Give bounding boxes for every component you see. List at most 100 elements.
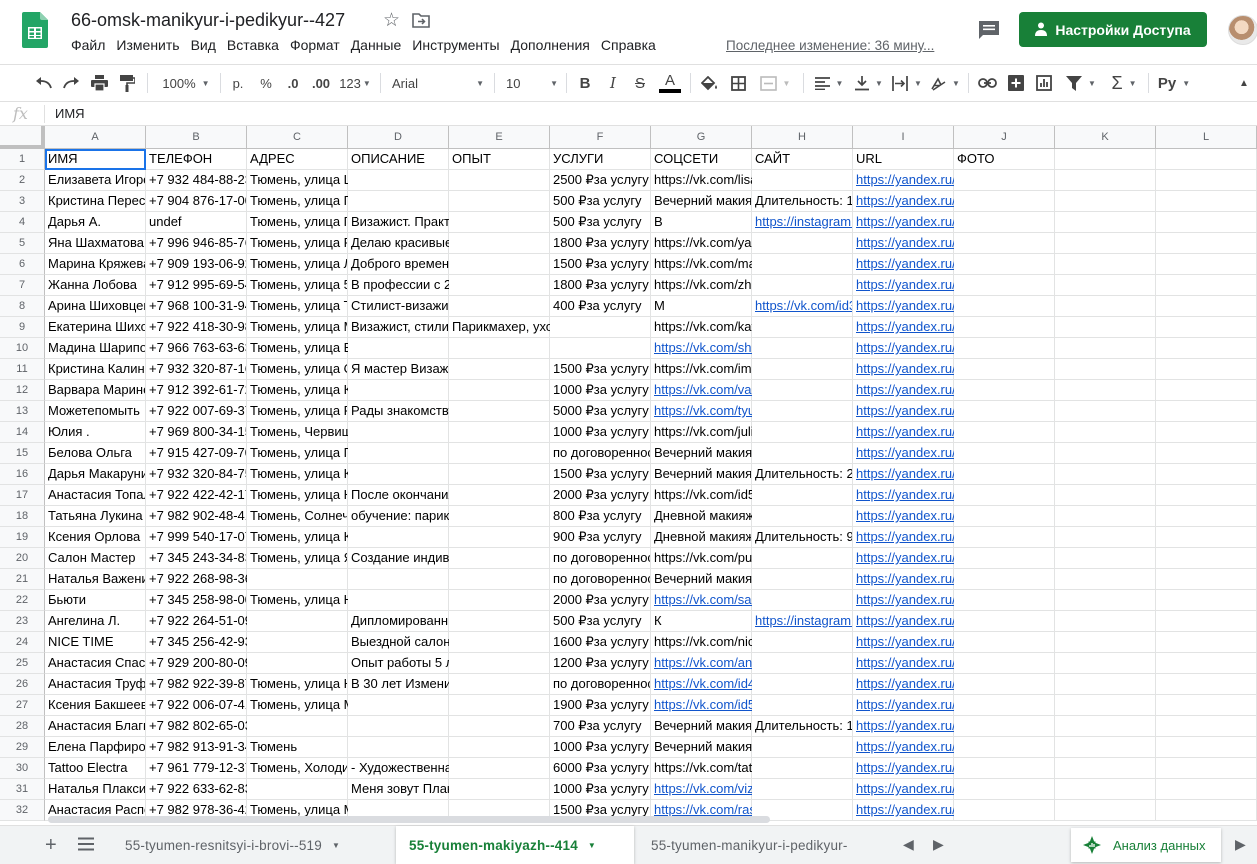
cell[interactable]: [1156, 758, 1257, 779]
cell[interactable]: https://yandex.ru/uslugi/profile/TattooE…: [853, 758, 1257, 779]
cell[interactable]: Доброго времени, милые леди!)Меня: [348, 254, 577, 275]
document-title[interactable]: 66-omsk-manikyur-i-pedikyur--427: [71, 10, 345, 31]
cell[interactable]: [449, 380, 550, 401]
avatar[interactable]: [1228, 15, 1257, 45]
cell[interactable]: [1055, 338, 1156, 359]
cell[interactable]: +7 932 320-87-16: [146, 359, 247, 380]
menu-edit[interactable]: Изменить: [116, 37, 179, 53]
cell[interactable]: Тюмень, улица Циолковского, 20А: [247, 170, 457, 191]
cell[interactable]: +7 929 200-80-09: [146, 653, 252, 674]
cell[interactable]: https://yandex.ru/uslugi/profile/Kseniya…: [853, 527, 1257, 548]
cell[interactable]: [752, 695, 853, 716]
cell[interactable]: Парикмахер, ухо: [449, 317, 553, 338]
cell[interactable]: [1156, 149, 1257, 170]
insert-link-icon[interactable]: [977, 72, 997, 94]
cell[interactable]: https://vk.com/anastasia_spasskaya: [651, 653, 862, 674]
cell[interactable]: https://instagram.com/andreeva_m: [752, 212, 853, 233]
cell[interactable]: [348, 338, 449, 359]
cell[interactable]: +7 969 800-34-15: [146, 422, 247, 443]
cell[interactable]: [752, 338, 853, 359]
cell[interactable]: https://yandex.ru/uslugi/profile/ZhannaL…: [853, 275, 1257, 296]
cell[interactable]: [247, 779, 348, 800]
cell[interactable]: [752, 590, 853, 611]
row-header[interactable]: 17: [0, 485, 45, 506]
cell[interactable]: https://vk.com/tattooelectra<br>https: [651, 758, 864, 779]
cell[interactable]: [449, 527, 550, 548]
insert-comment-icon[interactable]: [1006, 72, 1026, 94]
all-sheets-menu-icon[interactable]: [78, 837, 94, 851]
cell[interactable]: по договоренности: [550, 569, 651, 590]
cell[interactable]: 1800 ₽за услугу: [550, 275, 651, 296]
cell[interactable]: [449, 338, 550, 359]
cell[interactable]: [247, 611, 348, 632]
chevron-down-icon[interactable]: ▼: [588, 841, 596, 850]
cell[interactable]: [1055, 401, 1156, 422]
cell[interactable]: [954, 653, 1055, 674]
cell[interactable]: Тюмень, улица Карла Маркса, 8: [247, 464, 443, 485]
cell[interactable]: +7 932 484-88-23: [146, 170, 247, 191]
borders-icon[interactable]: [728, 72, 748, 94]
column-header[interactable]: G: [651, 126, 752, 149]
cell[interactable]: 1500 ₽за услугу: [550, 254, 651, 275]
cell[interactable]: [449, 569, 550, 590]
cell[interactable]: https://yandex.ru/uslugi/profile/Varvara…: [853, 380, 1257, 401]
cell[interactable]: Тюмень, улица Максима Горького, 3к2: [247, 695, 481, 716]
cell[interactable]: +7 345 256-42-93: [146, 632, 252, 653]
cell[interactable]: [1055, 506, 1156, 527]
cell[interactable]: ИМЯ: [45, 149, 146, 170]
cell[interactable]: https://vk.com/marinakryazheva<br>: [651, 254, 864, 275]
chevron-right-icon[interactable]: ▶: [933, 836, 944, 853]
row-header[interactable]: 25: [0, 653, 45, 674]
cell[interactable]: [954, 779, 1055, 800]
cell[interactable]: [449, 695, 550, 716]
column-header[interactable]: A: [45, 126, 146, 149]
cell[interactable]: [752, 275, 853, 296]
cell[interactable]: [449, 653, 550, 674]
vertical-align-icon[interactable]: ▼: [853, 72, 885, 94]
cell[interactable]: [1156, 317, 1257, 338]
cell[interactable]: [1055, 737, 1156, 758]
cell[interactable]: [1055, 548, 1156, 569]
cell[interactable]: Анастасия Труфанова: [45, 674, 146, 695]
font-family-select[interactable]: Arial ▼: [392, 72, 484, 94]
more-formats-select[interactable]: 123 ▼: [338, 72, 372, 94]
row-header[interactable]: 5: [0, 233, 45, 254]
cell[interactable]: [449, 170, 550, 191]
cell[interactable]: Тюмень, Червишевский тракт, 45к10: [247, 422, 469, 443]
cell[interactable]: [954, 548, 1055, 569]
cell[interactable]: Рады знакомству. Здесь потому что: [348, 401, 566, 422]
cell[interactable]: https://yandex.ru/uslugi/profile/ArinaSh…: [853, 296, 1257, 317]
cell[interactable]: +7 968 100-31-94: [146, 296, 247, 317]
cell[interactable]: [752, 653, 853, 674]
cell[interactable]: +7 912 392-61-72: [146, 380, 247, 401]
cell[interactable]: [954, 632, 1055, 653]
cell[interactable]: [1156, 401, 1257, 422]
cell[interactable]: [954, 212, 1055, 233]
cell[interactable]: [348, 527, 449, 548]
cell[interactable]: https://vk.com/id41835098: [651, 674, 806, 695]
cell[interactable]: 5000 ₽за услугу: [550, 401, 651, 422]
cell[interactable]: +7 922 007-69-37: [146, 401, 247, 422]
cell[interactable]: [1055, 254, 1156, 275]
cell[interactable]: [954, 422, 1055, 443]
cell[interactable]: Дневной макияж: [651, 527, 752, 548]
cell[interactable]: Тюмень, Холодильная: [247, 758, 348, 779]
cell[interactable]: [954, 695, 1055, 716]
cell[interactable]: Тюмень, улица Карла Маркса, 8<br>Тюмень,…: [247, 380, 560, 401]
cell[interactable]: 1500 ₽за услугу: [550, 359, 651, 380]
input-tools-button[interactable]: Ру ▼: [1156, 72, 1192, 94]
share-button[interactable]: Настройки Доступа: [1019, 12, 1207, 47]
cell[interactable]: 1900 ₽за услугу: [550, 695, 651, 716]
cell[interactable]: обучение: парикмахерское дело- 2: [348, 506, 561, 527]
cell[interactable]: В 30 лет Изменила свою жизнь Я: [348, 674, 552, 695]
cell[interactable]: Можетепомыть: [45, 401, 146, 422]
row-header[interactable]: 23: [0, 611, 45, 632]
cell[interactable]: [954, 317, 1055, 338]
cell[interactable]: Дипломированный визажист/бровист: [348, 611, 576, 632]
last-edit-link[interactable]: Последнее изменение: 36 мину...: [726, 38, 934, 53]
explore-button[interactable]: Анализ данных: [1071, 828, 1221, 862]
cell[interactable]: [550, 338, 651, 359]
insert-chart-icon[interactable]: [1034, 72, 1054, 94]
cell[interactable]: Ангелина Л.: [45, 611, 146, 632]
cell[interactable]: [1156, 296, 1257, 317]
